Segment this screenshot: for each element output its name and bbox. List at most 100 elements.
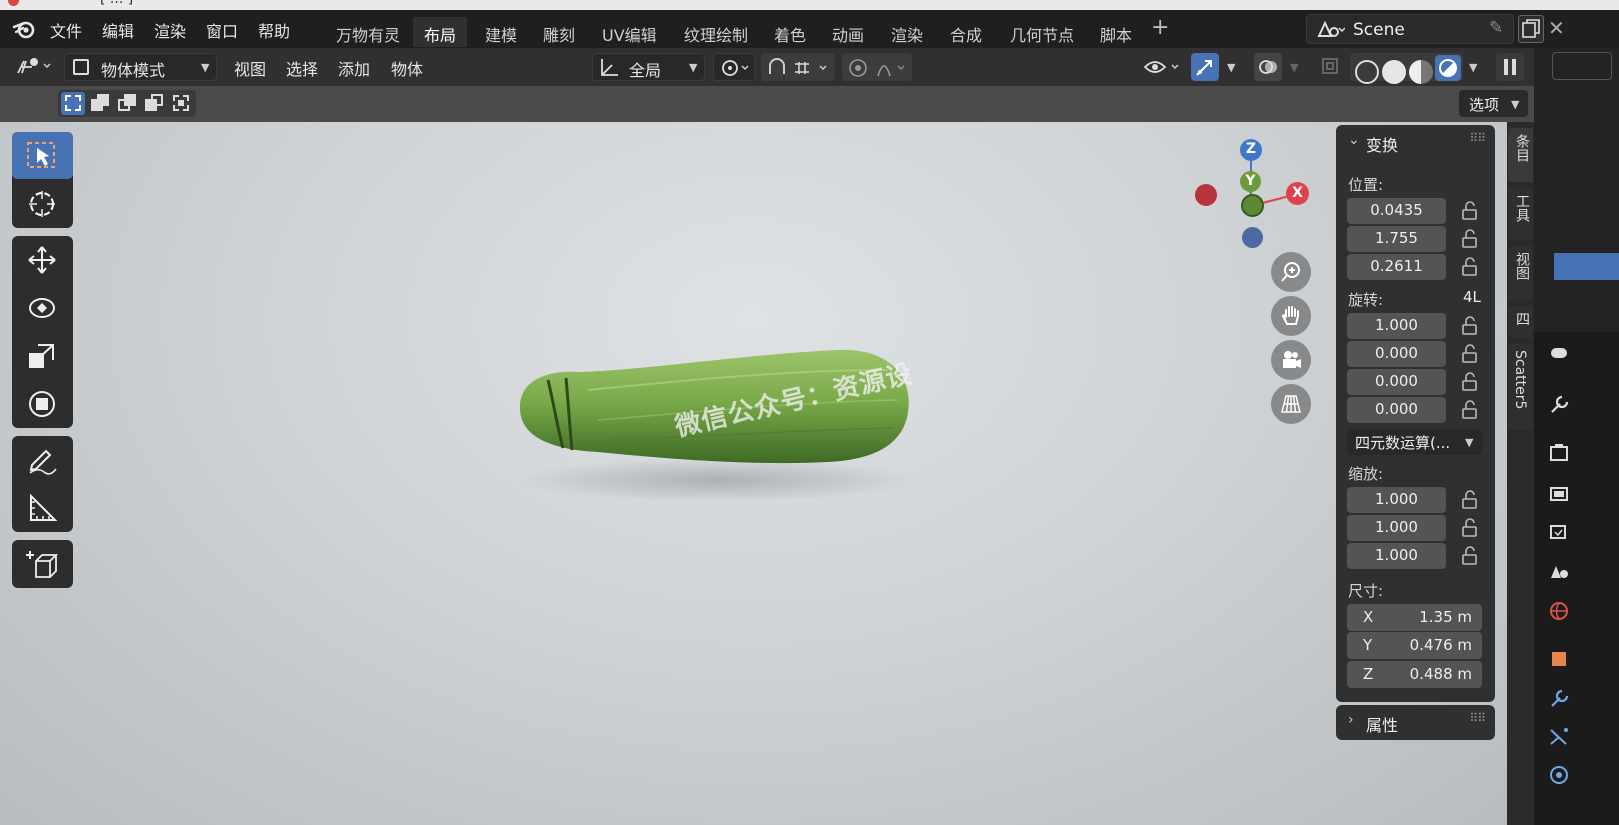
menu-add[interactable]: 添加 (338, 56, 370, 80)
drag-handle-icon[interactable]: ⠿⠿ (1469, 131, 1486, 145)
add-cube-tool[interactable] (12, 540, 73, 587)
x-axis-ball[interactable]: X (1286, 182, 1309, 205)
annotate-tool[interactable] (12, 436, 73, 483)
neg-y-axis-ball[interactable] (1241, 194, 1264, 217)
properties-header[interactable] (1552, 52, 1612, 80)
scene-properties-icon[interactable] (1548, 560, 1570, 582)
select-invert-icon[interactable] (142, 92, 166, 115)
scene-selector[interactable]: Scene ✎ (1306, 14, 1514, 44)
lock-icon[interactable] (1460, 400, 1480, 420)
menu-help[interactable]: 帮助 (258, 18, 290, 42)
cursor-tool[interactable] (12, 180, 73, 227)
render-properties-icon[interactable] (1548, 442, 1570, 464)
dimension-x-field[interactable]: X 1.35 m (1347, 604, 1482, 631)
close-icon[interactable]: ✕ (1548, 16, 1565, 40)
chevron-down-icon[interactable]: ⌄ (1348, 132, 1360, 148)
menu-select[interactable]: 选择 (286, 56, 318, 80)
transform-orientation-dropdown[interactable]: 全局 ▼ (592, 53, 705, 81)
tool-properties-icon[interactable] (1548, 342, 1570, 364)
properties-title[interactable]: 属性 (1366, 712, 1398, 736)
move-tool[interactable] (12, 236, 73, 283)
modifier-properties-icon[interactable] (1548, 688, 1570, 710)
lock-icon[interactable] (1460, 546, 1480, 566)
wrench-settings-icon[interactable] (1548, 394, 1570, 416)
object-properties-icon[interactable] (1548, 648, 1570, 670)
menu-object[interactable]: 物体 (391, 56, 423, 80)
editor-type-button[interactable] (12, 53, 56, 81)
mode-dropdown[interactable]: 物体模式 ▼ (64, 53, 217, 81)
window-close-icon[interactable] (8, 0, 19, 6)
tab-view[interactable]: 视图 (1508, 246, 1533, 300)
tab-uv-editing[interactable]: UV编辑 (591, 17, 668, 47)
select-intersect-icon[interactable] (169, 92, 193, 115)
tab-scatter5[interactable]: Scatter5 (1508, 344, 1533, 430)
menu-edit[interactable]: 编辑 (102, 18, 134, 42)
neg-x-axis-ball[interactable] (1195, 184, 1217, 206)
scale-x-field[interactable]: 1.000 (1347, 487, 1446, 513)
chevron-down-icon[interactable]: ▼ (1227, 61, 1235, 74)
tab-workspace-1[interactable]: 万物有灵 (325, 17, 411, 47)
camera-view-button[interactable] (1271, 340, 1311, 380)
zoom-button[interactable] (1271, 252, 1311, 292)
overlays-toggle-button[interactable] (1254, 53, 1282, 81)
select-subtract-icon[interactable] (115, 92, 139, 115)
options-dropdown[interactable]: 选项 ▼ (1459, 90, 1528, 117)
rendered-shading-icon[interactable] (1435, 55, 1461, 81)
snap-controls[interactable] (761, 53, 835, 81)
tab-rendering[interactable]: 渲染 (880, 17, 934, 47)
solid-shading-icon[interactable] (1382, 60, 1406, 84)
scale-y-field[interactable]: 1.000 (1347, 515, 1446, 541)
new-scene-button[interactable] (1518, 15, 1544, 43)
menu-render[interactable]: 渲染 (154, 18, 186, 42)
menu-window[interactable]: 窗口 (206, 18, 238, 42)
select-box-tool[interactable] (12, 132, 73, 179)
tab-compositing[interactable]: 合成 (939, 17, 993, 47)
tab-texture-paint[interactable]: 纹理绘制 (673, 17, 759, 47)
z-axis-ball[interactable]: Z (1240, 139, 1262, 161)
wireframe-shading-icon[interactable] (1355, 60, 1379, 84)
pivot-point-dropdown[interactable] (713, 53, 755, 81)
rotation-mode-short[interactable]: 4L (1463, 288, 1481, 306)
select-new-icon[interactable] (61, 92, 85, 115)
pan-button[interactable] (1271, 296, 1311, 336)
drag-handle-icon[interactable]: ⠿⠿ (1469, 711, 1486, 725)
dimension-y-field[interactable]: Y 0.476 m (1347, 632, 1482, 659)
rotation-z-field[interactable]: 0.000 (1347, 397, 1446, 423)
tab-animation[interactable]: 动画 (821, 17, 875, 47)
transform-title[interactable]: 变换 (1366, 132, 1398, 156)
lock-icon[interactable] (1460, 518, 1480, 538)
particles-icon[interactable] (1548, 726, 1570, 748)
output-properties-icon[interactable] (1548, 482, 1570, 504)
pin-icon[interactable]: ✎ (1489, 18, 1503, 38)
menu-view[interactable]: 视图 (234, 56, 266, 80)
y-axis-ball[interactable]: Y (1240, 171, 1261, 192)
ortho-toggle-button[interactable] (1271, 384, 1311, 424)
tab-shading[interactable]: 着色 (763, 17, 817, 47)
scale-z-field[interactable]: 1.000 (1347, 543, 1446, 569)
lock-icon[interactable] (1460, 490, 1480, 510)
tab-layout[interactable]: 布局 (413, 17, 468, 47)
rotation-y-field[interactable]: 0.000 (1347, 369, 1446, 395)
lock-icon[interactable] (1460, 344, 1480, 364)
scale-tool[interactable] (12, 332, 73, 379)
transform-tool[interactable] (12, 380, 73, 427)
lock-icon[interactable] (1460, 229, 1480, 249)
xray-toggle-button[interactable] (1318, 53, 1342, 81)
location-z-field[interactable]: 0.2611 (1347, 254, 1446, 280)
location-x-field[interactable]: 0.0435 (1347, 198, 1446, 224)
tab-item[interactable]: 条目 (1508, 128, 1533, 182)
lock-icon[interactable] (1460, 316, 1480, 336)
proportional-editing[interactable] (842, 53, 912, 81)
rotate-tool[interactable] (12, 284, 73, 331)
tab-modeling[interactable]: 建模 (474, 17, 528, 47)
physics-icon[interactable] (1548, 764, 1570, 786)
select-extend-icon[interactable] (88, 92, 112, 115)
visibility-dropdown[interactable] (1140, 53, 1184, 81)
tab-geometry-nodes[interactable]: 几何节点 (999, 17, 1085, 47)
gizmo-toggle-button[interactable] (1191, 53, 1219, 81)
rotation-mode-dropdown[interactable]: 四元数运算(... ▼ (1347, 429, 1482, 455)
3d-viewport[interactable]: 微信公众号：资源设 Z Y X (0, 122, 1507, 825)
location-y-field[interactable]: 1.755 (1347, 226, 1446, 252)
outliner-selected-row[interactable] (1554, 253, 1619, 280)
chevron-right-icon[interactable]: › (1348, 712, 1354, 728)
